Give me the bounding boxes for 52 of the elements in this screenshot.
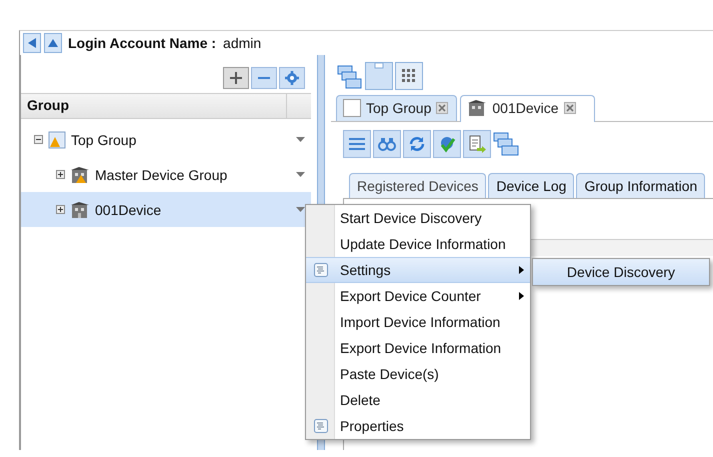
- tree-item[interactable]: 001Device: [21, 192, 311, 227]
- cascade-view-icon[interactable]: [337, 64, 363, 90]
- single-view-icon[interactable]: [365, 62, 393, 90]
- tab[interactable]: Top Group: [336, 95, 458, 121]
- up-button[interactable]: [44, 33, 62, 53]
- column-header: Group: [26, 96, 70, 115]
- add-button[interactable]: [223, 67, 249, 89]
- export-document-icon[interactable]: [463, 130, 491, 158]
- tab-label: 001Device: [492, 100, 559, 116]
- plus-icon: [229, 71, 243, 85]
- cascade-windows-icon[interactable]: [493, 131, 521, 157]
- login-account-label: Login Account Name :: [68, 35, 216, 51]
- menu-item[interactable]: Delete: [306, 387, 530, 413]
- tree-item[interactable]: Top Group: [21, 122, 311, 157]
- menu-item[interactable]: Paste Device(s): [306, 361, 530, 387]
- dropdown-icon[interactable]: [296, 207, 305, 212]
- expander-icon[interactable]: [34, 135, 43, 144]
- dropdown-icon[interactable]: [296, 172, 305, 177]
- tab[interactable]: Registered Devices: [349, 173, 486, 198]
- settings-button[interactable]: [279, 67, 305, 89]
- binoculars-icon[interactable]: [373, 130, 401, 158]
- remove-button[interactable]: [251, 67, 277, 89]
- refresh-icon[interactable]: [403, 130, 431, 158]
- warning-group-icon: [48, 130, 66, 148]
- close-icon[interactable]: [436, 102, 448, 114]
- menu-item[interactable]: Export Device Counter: [306, 283, 530, 309]
- menu-item[interactable]: Update Device Information: [306, 231, 530, 257]
- up-arrow-icon: [47, 38, 59, 48]
- tab[interactable]: Group Information: [576, 173, 706, 198]
- tree-item[interactable]: Master Device Group: [21, 157, 311, 192]
- expander-icon[interactable]: [56, 205, 65, 214]
- menu-item[interactable]: Device Discovery: [533, 259, 709, 285]
- building-icon: [467, 99, 488, 117]
- grid-view-icon[interactable]: [395, 62, 423, 90]
- tab-label: Top Group: [366, 100, 432, 116]
- back-button[interactable]: [23, 33, 41, 53]
- building-warning-icon: [70, 166, 90, 184]
- close-icon[interactable]: [564, 102, 576, 114]
- menu-item[interactable]: Properties: [306, 413, 530, 439]
- tab[interactable]: Device Log: [488, 173, 574, 198]
- check-shield-icon[interactable]: [433, 130, 461, 158]
- group-icon: [343, 99, 361, 117]
- menu-item[interactable]: Settings: [306, 257, 530, 283]
- dropdown-icon[interactable]: [296, 137, 305, 142]
- login-account-name: admin: [223, 35, 262, 51]
- list-icon[interactable]: [343, 130, 371, 158]
- left-arrow-icon: [27, 37, 37, 49]
- building-icon: [70, 200, 90, 218]
- tab[interactable]: 001Device: [460, 95, 595, 122]
- expander-icon[interactable]: [56, 170, 65, 179]
- menu-item[interactable]: Export Device Information: [306, 335, 530, 361]
- menu-item[interactable]: Import Device Information: [306, 309, 530, 335]
